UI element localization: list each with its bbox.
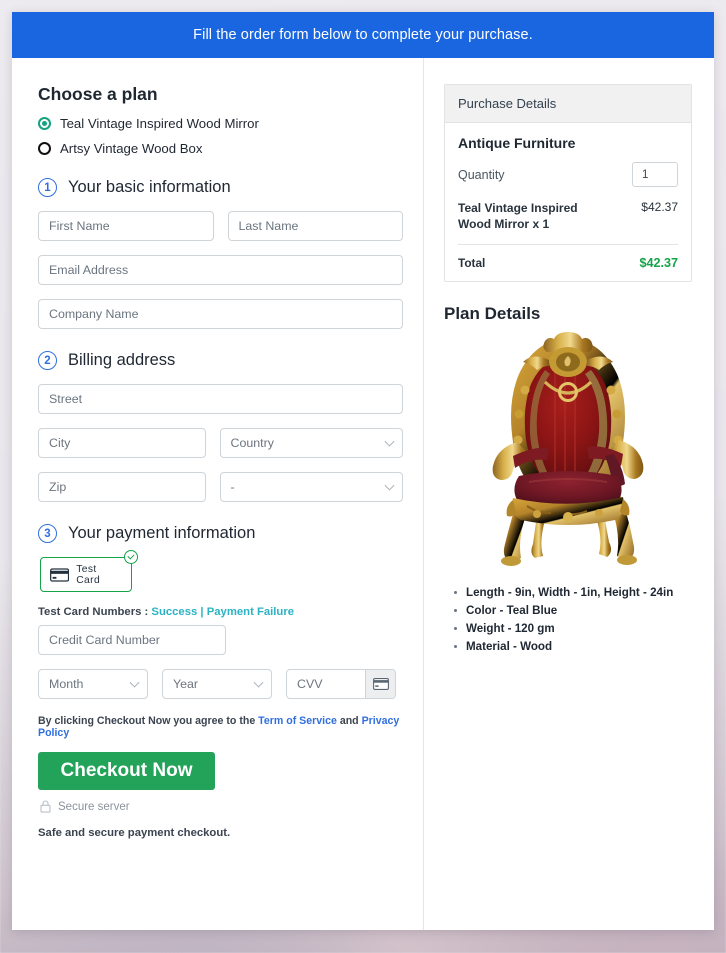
quantity-input[interactable]: 1 — [632, 162, 678, 187]
plan-option-label: Artsy Vintage Wood Box — [60, 141, 203, 156]
plan-option-mirror[interactable]: Teal Vintage Inspired Wood Mirror — [38, 116, 403, 131]
step-title: Your payment information — [68, 524, 256, 542]
zip-state-row: Zip - — [38, 472, 403, 502]
test-card-option-label: Test Card — [76, 563, 101, 586]
chevron-down-icon — [253, 677, 264, 688]
list-item: Material - Wood — [454, 638, 692, 656]
expiry-year-select[interactable]: Year — [162, 669, 272, 699]
country-select[interactable]: Country — [219, 428, 403, 458]
plan-option-box[interactable]: Artsy Vintage Wood Box — [38, 141, 403, 156]
total-row: Total $42.37 — [458, 245, 678, 270]
radio-selected-icon[interactable] — [38, 117, 51, 130]
street-input[interactable]: Street — [38, 384, 403, 414]
secure-server-note: Secure server — [40, 800, 403, 813]
safe-checkout-note: Safe and secure payment checkout. — [38, 827, 231, 839]
state-select-value: - — [230, 480, 235, 494]
step-payment-information: 3 Your payment information — [38, 524, 403, 543]
total-label: Total — [458, 256, 486, 271]
checkout-card: Fill the order form below to complete yo… — [12, 12, 714, 930]
test-card-separator: | — [197, 606, 207, 618]
step-title: Billing address — [68, 351, 176, 369]
terms-prefix: By clicking Checkout Now you agree to th… — [38, 715, 259, 727]
city-country-row: City Country — [38, 428, 403, 458]
step-number-badge: 1 — [38, 178, 57, 197]
terms-of-service-link[interactable]: Term of Service — [258, 715, 337, 727]
expiry-cvv-row: Month Year CVV — [38, 669, 403, 699]
test-card-prefix: Test Card Numbers : — [38, 606, 152, 618]
list-item: Weight - 120 gm — [454, 620, 692, 638]
test-card-failure-link[interactable]: Payment Failure — [207, 606, 294, 618]
terms-text: By clicking Checkout Now you agree to th… — [38, 715, 403, 739]
step-number-badge: 3 — [38, 524, 57, 543]
last-name-input[interactable]: Last Name — [227, 211, 403, 241]
purchase-details-panel: Purchase Details Antique Furniture Quant… — [444, 84, 692, 283]
name-row: First Name Last Name — [38, 211, 403, 241]
page-banner: Fill the order form below to complete yo… — [12, 12, 714, 58]
line-item-row: Teal Vintage Inspired Wood Mirror x 1 $4… — [458, 200, 678, 246]
credit-card-icon — [50, 567, 70, 582]
plan-image — [444, 330, 692, 568]
total-value: $42.37 — [639, 256, 678, 271]
plan-option-label: Teal Vintage Inspired Wood Mirror — [60, 116, 259, 131]
city-input[interactable]: City — [38, 428, 206, 458]
content-columns: Choose a plan Teal Vintage Inspired Wood… — [12, 58, 714, 930]
chevron-down-icon — [129, 677, 140, 688]
country-select-value: Country — [230, 436, 274, 450]
cvv-help-button[interactable] — [365, 670, 395, 698]
cvv-group: CVV — [286, 669, 396, 699]
email-row: Email Address — [38, 255, 403, 285]
chevron-down-icon — [384, 436, 395, 447]
first-name-input[interactable]: First Name — [38, 211, 214, 241]
step-title: Your basic information — [68, 178, 231, 196]
product-title: Antique Furniture — [458, 135, 576, 151]
radio-unselected-icon[interactable] — [38, 142, 51, 155]
test-card-success-link[interactable]: Success — [151, 606, 197, 618]
choose-plan-heading: Choose a plan — [38, 84, 158, 104]
line-item-name: Teal Vintage Inspired Wood Mirror x 1 — [458, 201, 578, 232]
check-circle-icon — [124, 550, 138, 564]
secure-server-text: Secure server — [58, 800, 130, 813]
email-input[interactable]: Email Address — [38, 255, 403, 285]
expiry-month-value: Month — [49, 677, 84, 691]
credit-card-icon — [372, 678, 389, 690]
company-name-input[interactable]: Company Name — [38, 299, 403, 329]
plan-specs-list: Length - 9in, Width - 1in, Height - 24in… — [454, 584, 692, 656]
test-card-option-wrapper: Test Card — [40, 550, 138, 592]
quantity-row: Quantity 1 — [458, 162, 678, 187]
checkout-now-button[interactable]: Checkout Now — [38, 752, 215, 790]
step-basic-information: 1 Your basic information — [38, 178, 403, 197]
purchase-details-header: Purchase Details — [445, 85, 691, 123]
expiry-year-value: Year — [173, 677, 199, 691]
lock-icon — [40, 800, 51, 813]
line-item-price: $42.37 — [641, 200, 678, 214]
cvv-input[interactable]: CVV — [287, 670, 365, 698]
test-card-numbers-line: Test Card Numbers : Success | Payment Fa… — [38, 606, 403, 618]
summary-column: Purchase Details Antique Furniture Quant… — [424, 58, 714, 930]
street-row: Street — [38, 384, 403, 414]
purchase-details-body: Antique Furniture Quantity 1 Teal Vintag… — [445, 123, 691, 281]
chevron-down-icon — [384, 480, 395, 491]
quantity-label: Quantity — [458, 167, 505, 182]
antique-throne-chair-illustration — [492, 332, 644, 567]
credit-card-number-input[interactable]: Credit Card Number — [38, 625, 226, 655]
company-row: Company Name — [38, 299, 403, 329]
zip-input[interactable]: Zip — [38, 472, 206, 502]
order-form-column: Choose a plan Teal Vintage Inspired Wood… — [12, 58, 424, 930]
plan-details-heading: Plan Details — [444, 304, 541, 324]
list-item: Length - 9in, Width - 1in, Height - 24in — [454, 584, 692, 602]
expiry-month-select[interactable]: Month — [38, 669, 148, 699]
terms-middle: and — [336, 715, 362, 727]
step-number-badge: 2 — [38, 351, 57, 370]
banner-text: Fill the order form below to complete yo… — [193, 27, 533, 43]
test-card-option[interactable]: Test Card — [40, 557, 132, 592]
list-item: Color - Teal Blue — [454, 602, 692, 620]
step-billing-address: 2 Billing address — [38, 351, 403, 370]
state-select[interactable]: - — [219, 472, 403, 502]
